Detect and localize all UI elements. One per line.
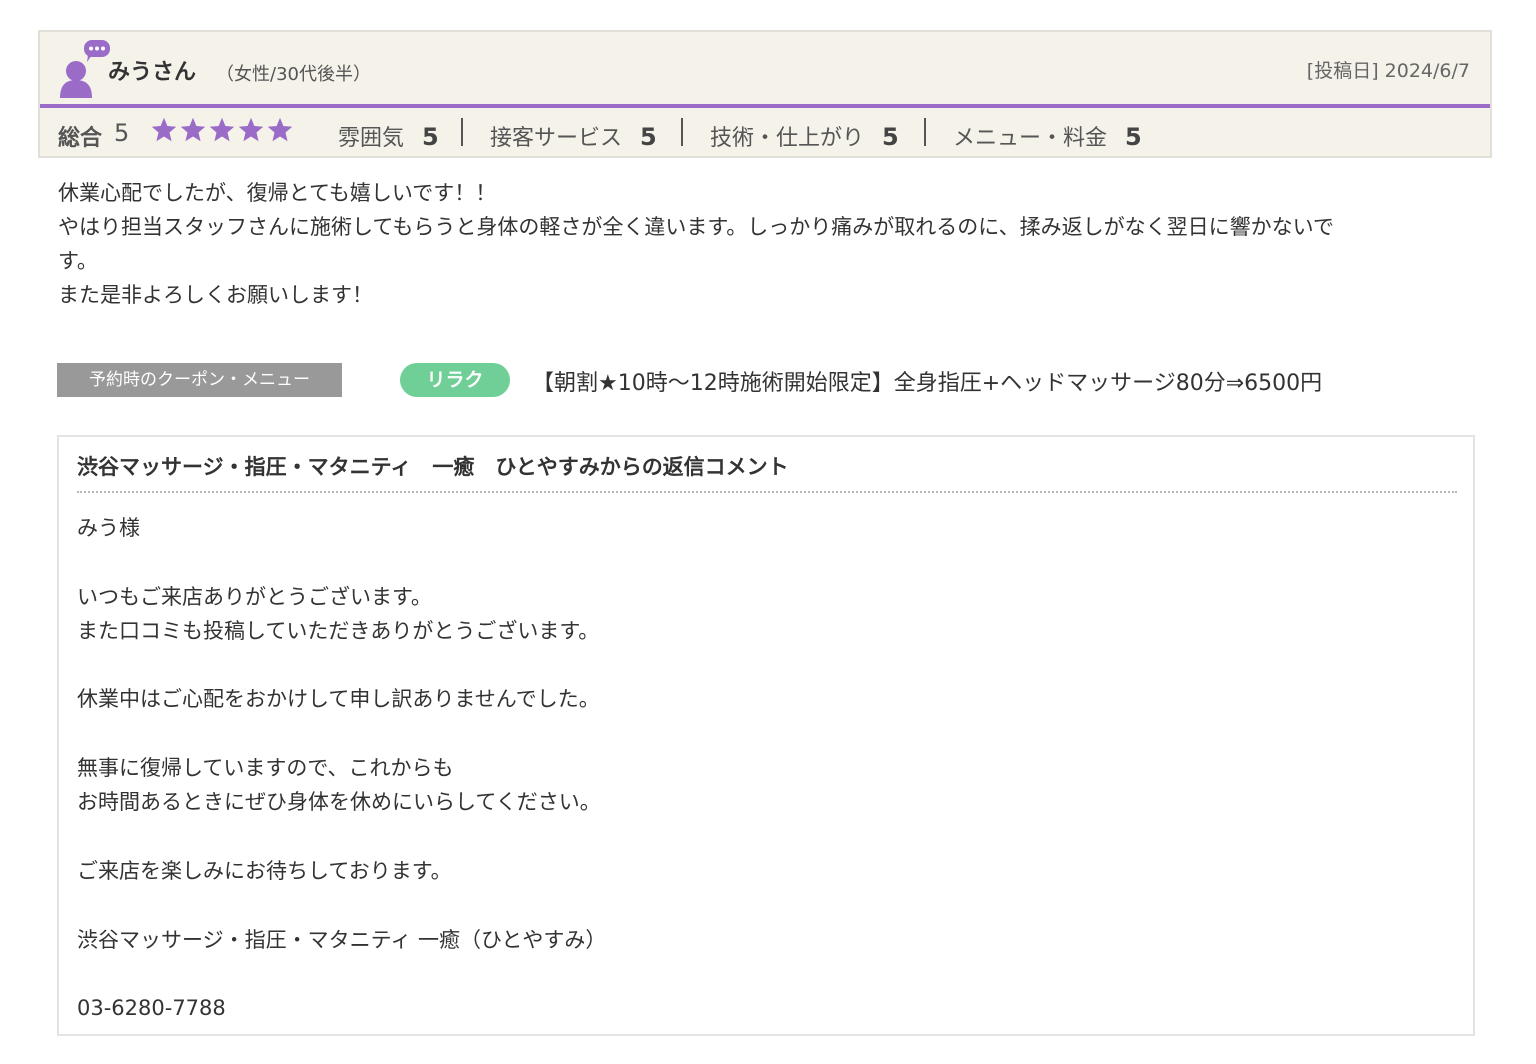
reply-line: 渋谷マッサージ・指圧・マタニティ 一癒（ひとやすみ） [77, 927, 607, 952]
reviewer-info: みうさん （女性/30代後半） [投稿日] 2024/6/7 [40, 32, 1490, 104]
rating-separator [461, 118, 463, 146]
star-icon [150, 114, 179, 150]
reply-content: みう様いつもご来店ありがとうございます。また口コミも投稿していただきありがとうご… [77, 511, 606, 1025]
reply-line [77, 545, 606, 579]
rating-atmosphere: 雰囲気 5 [338, 120, 439, 151]
star-icon [266, 114, 295, 150]
reply-line: 無事に復帰していますので、これからも [77, 756, 454, 781]
reply-line [77, 888, 606, 922]
review-line: また是非よろしくお願いします！ [58, 283, 373, 307]
review-line: す。 [58, 249, 98, 273]
star-icon [208, 114, 237, 150]
rating-technique: 技術・仕上がり 5 [710, 120, 899, 151]
rating-label: メニュー・料金 [953, 126, 1108, 151]
reply-line: また口コミも投稿していただきありがとうございます。 [77, 618, 600, 643]
review-line: やはり担当スタッフさんに施術してもらうと身体の軽さが全く違います。しっかり痛みが… [58, 215, 1334, 239]
rating-value: 5 [1125, 123, 1142, 151]
reply-line [77, 648, 606, 682]
star-icon [179, 114, 208, 150]
reply-line: いつもご来店ありがとうございます。 [77, 584, 432, 609]
reviewer-name: みうさん [108, 60, 197, 85]
star-rating [150, 114, 295, 150]
reply-line [77, 820, 606, 854]
reviewer-meta: （女性/30代後半） [216, 64, 371, 85]
overall-label: 総合 [58, 126, 103, 151]
post-date: [投稿日] 2024/6/7 [1306, 60, 1470, 82]
user-comment-icon [58, 40, 110, 98]
rating-value: 5 [640, 123, 657, 151]
reply-title: 渋谷マッサージ・指圧・マタニティ 一癒 ひとやすみからの返信コメント [77, 455, 789, 479]
rating-separator [924, 118, 926, 146]
reply-line: みう様 [77, 516, 140, 540]
rating-menu-price: メニュー・料金 5 [953, 120, 1142, 151]
reply-line [77, 717, 606, 751]
coupon-menu-link[interactable]: 【朝割★10時〜12時施術開始限定】全身指圧+ヘッドマッサージ80分⇒6500円 [532, 365, 1322, 397]
rating-label: 雰囲気 [338, 126, 405, 151]
rating-label: 技術・仕上がり [710, 126, 865, 151]
reply-line: 03-6280-7788 [77, 996, 226, 1021]
rating-value: 5 [882, 123, 899, 151]
reply-line: お時間あるときにぜひ身体を休めにいらしてください。 [77, 790, 601, 815]
review-header: みうさん （女性/30代後半） [投稿日] 2024/6/7 総合 5 雰囲気 5… [38, 30, 1492, 158]
rating-service: 接客サービス 5 [490, 120, 657, 151]
ratings-row: 総合 5 雰囲気 5 接客サービス 5 技術・仕上がり 5 メニュー・料金 5 [40, 110, 1490, 156]
rating-label: 接客サービス [490, 126, 623, 151]
coupon-label: 予約時のクーポン・メニュー [57, 363, 342, 397]
rating-value: 5 [422, 123, 439, 151]
header-divider [40, 104, 1490, 108]
coupon-category-badge: リラク [400, 363, 510, 397]
reply-line: ご来店を楽しみにお待ちしております。 [77, 858, 452, 883]
salon-reply-box: 渋谷マッサージ・指圧・マタニティ 一癒 ひとやすみからの返信コメント みう様いつ… [57, 435, 1475, 1036]
reply-line: 休業中はご心配をおかけして申し訳ありませんでした。 [77, 687, 600, 712]
star-icon [237, 114, 266, 150]
reply-divider [77, 491, 1457, 493]
review-line: 休業心配でしたが、復帰とても嬉しいです！！ [58, 181, 497, 205]
rating-separator [681, 118, 683, 146]
overall-score: 5 [114, 119, 130, 147]
reply-line [77, 957, 606, 991]
review-body: 休業心配でしたが、復帰とても嬉しいです！！ やはり担当スタッフさんに施術してもら… [58, 176, 1478, 312]
